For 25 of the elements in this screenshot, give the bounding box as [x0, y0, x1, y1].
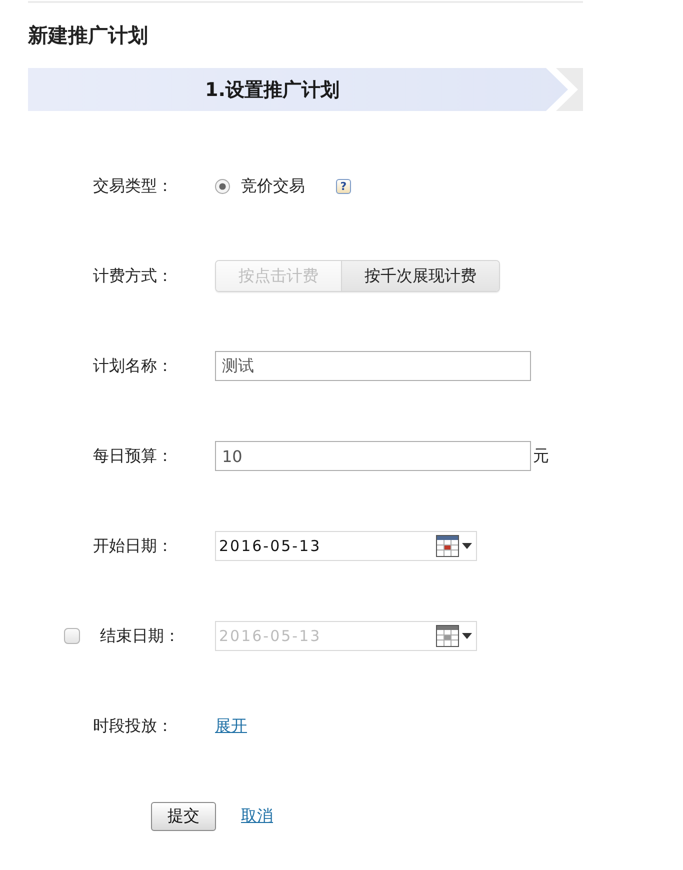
- field-label: 开始日期：: [93, 536, 174, 556]
- unit-label: 元: [533, 446, 549, 466]
- step-indicator: 1.设置推广计划: [28, 68, 568, 111]
- calendar-icon[interactable]: [436, 625, 459, 647]
- cancel-link[interactable]: 取消: [241, 806, 273, 826]
- radio-label: 竞价交易: [241, 176, 305, 196]
- field-label: 交易类型：: [93, 176, 174, 196]
- caret-icon[interactable]: [462, 633, 472, 639]
- submit-button[interactable]: 提交: [151, 802, 216, 830]
- radio-button[interactable]: [215, 178, 230, 194]
- caret-icon[interactable]: [462, 543, 472, 549]
- date-input[interactable]: 2016-05-13: [216, 537, 436, 555]
- text-field[interactable]: 10: [215, 441, 531, 471]
- field-label: 结束日期：: [99, 626, 181, 646]
- text-field[interactable]: 测试: [215, 351, 531, 381]
- page-title: 新建推广计划: [28, 22, 148, 49]
- field-label: 计划名称：: [93, 356, 174, 376]
- billing-option[interactable]: 按千次展现计费: [341, 261, 499, 291]
- field-label: 每日预算：: [93, 446, 174, 466]
- expand-link[interactable]: 展开: [215, 716, 247, 736]
- field-label: 计费方式：: [93, 266, 174, 286]
- calendar-icon[interactable]: [436, 535, 459, 557]
- help-icon[interactable]: ?: [336, 178, 351, 194]
- date-picker[interactable]: 2016-05-13: [215, 531, 477, 561]
- field-label: 时段投放：: [93, 716, 174, 736]
